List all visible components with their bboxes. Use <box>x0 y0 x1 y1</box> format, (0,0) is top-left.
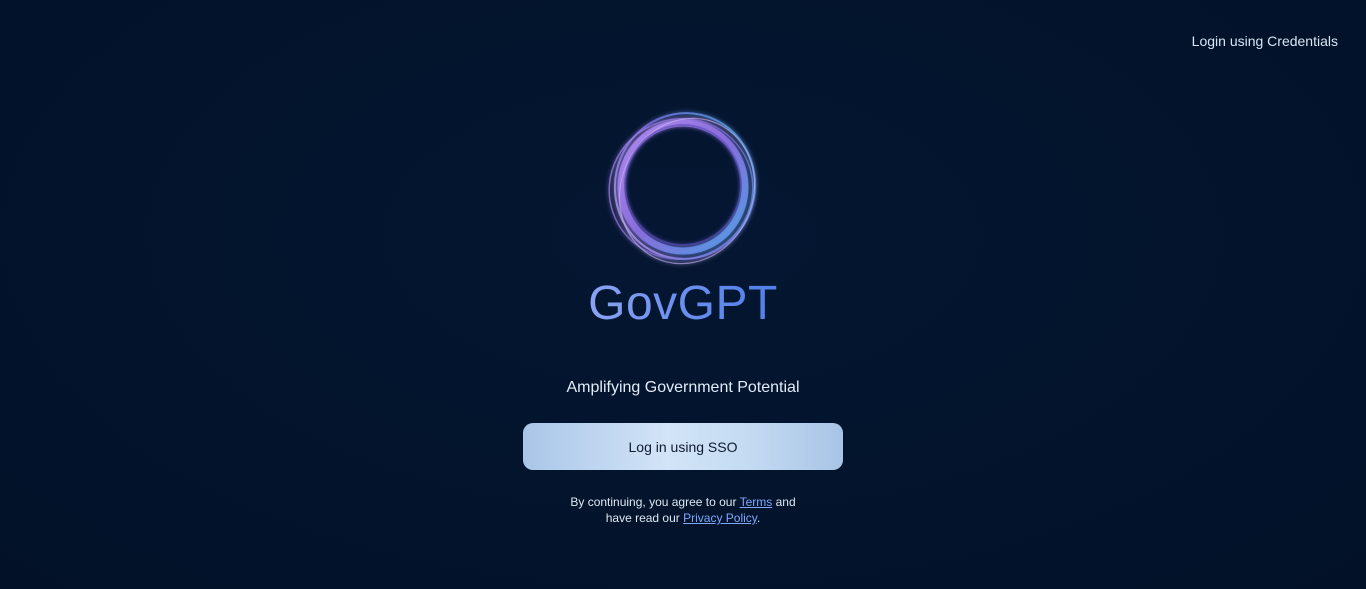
tagline: Amplifying Government Potential <box>566 379 800 396</box>
brand-name-text: GovGPT <box>588 277 778 330</box>
swirl-ring-icon <box>608 112 757 265</box>
sso-login-button[interactable]: Log in using SSO <box>523 423 843 470</box>
legal-notice: By continuing, you agree to our Terms an… <box>0 494 1366 526</box>
login-credentials-link[interactable]: Login using Credentials <box>1192 33 1338 49</box>
brand-name: GovGPT <box>0 274 1366 334</box>
legal-middle: and <box>775 495 796 509</box>
logo <box>603 107 763 270</box>
legal-line2-prefix: have read our <box>605 511 680 525</box>
legal-suffix: . <box>756 511 761 525</box>
terms-link[interactable]: Terms <box>740 495 773 509</box>
legal-prefix: By continuing, you agree to our <box>570 495 737 509</box>
privacy-policy-link[interactable]: Privacy Policy <box>683 511 757 525</box>
